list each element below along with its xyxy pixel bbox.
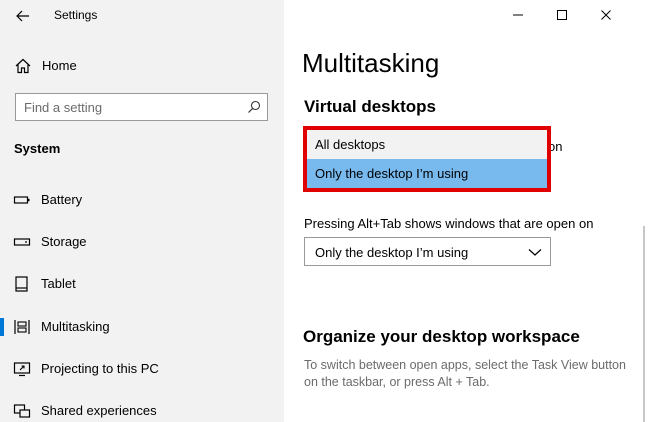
maximize-button[interactable] <box>552 6 572 24</box>
multitasking-icon <box>14 320 30 334</box>
projecting-icon <box>13 362 31 377</box>
home-icon <box>15 58 31 74</box>
workspace-description: To switch between open apps, select the … <box>304 358 626 389</box>
sidebar-item-label: Battery <box>41 192 83 207</box>
search-input[interactable] <box>24 98 234 116</box>
nav-home-label: Home <box>42 58 77 73</box>
storage-icon <box>13 238 31 246</box>
battery-icon <box>13 196 30 204</box>
sidebar-item-label: Tablet <box>41 276 76 291</box>
sidebar-item-shared-experiences[interactable]: Shared experiences <box>0 394 284 422</box>
back-button[interactable] <box>12 6 34 26</box>
sidebar-item-label: Projecting to this PC <box>41 361 159 376</box>
alt-tab-dropdown-value: Only the desktop I’m using <box>315 245 469 260</box>
window-controls <box>508 0 648 32</box>
dropdown-option-only-this-desktop[interactable]: Only the desktop I’m using <box>307 159 547 188</box>
close-icon <box>601 10 611 20</box>
maximize-icon <box>557 10 567 20</box>
back-arrow-icon <box>16 10 29 22</box>
page-title: Multitasking <box>302 48 440 78</box>
taskbar-dropdown-list: All desktops Only the desktop I’m using <box>303 126 551 192</box>
dropdown-option-all-desktops[interactable]: All desktops <box>307 130 547 159</box>
minimize-button[interactable] <box>508 6 528 24</box>
section-title-system: System <box>14 141 61 156</box>
scrollbar[interactable] <box>643 226 645 422</box>
sidebar-item-projecting[interactable]: Projecting to this PC <box>0 352 284 386</box>
sidebar-item-label: Shared experiences <box>41 403 157 418</box>
dropdown-option-label: All desktops <box>315 137 386 152</box>
alt-tab-dropdown[interactable]: Only the desktop I’m using <box>304 237 551 266</box>
sidebar-item-battery[interactable]: Battery <box>0 183 284 217</box>
navigation-pane: Settings Home System Battery Storage <box>0 0 284 422</box>
shared-experiences-icon <box>13 404 31 418</box>
tablet-icon <box>15 276 28 292</box>
search-box[interactable] <box>15 93 268 121</box>
dropdown-option-label: Only the desktop I’m using <box>315 166 469 181</box>
workspace-heading: Organize your desktop workspace <box>303 327 580 346</box>
minimize-icon <box>513 14 523 16</box>
sidebar-item-multitasking[interactable]: Multitasking <box>0 310 284 344</box>
sidebar-item-tablet[interactable]: Tablet <box>0 267 284 301</box>
sidebar-item-storage[interactable]: Storage <box>0 225 284 259</box>
selection-indicator <box>0 318 4 336</box>
sidebar-item-label: Storage <box>41 234 87 249</box>
nav-home[interactable]: Home <box>0 52 284 80</box>
chevron-down-icon <box>528 249 542 256</box>
virtual-desktops-heading: Virtual desktops <box>304 97 436 116</box>
close-button[interactable] <box>596 6 616 24</box>
app-title: Settings <box>54 8 98 22</box>
search-icon[interactable] <box>247 100 261 114</box>
title-bar: Settings <box>0 0 284 32</box>
alt-tab-label: Pressing Alt+Tab shows windows that are … <box>304 216 594 231</box>
sidebar-item-label: Multitasking <box>41 319 110 334</box>
